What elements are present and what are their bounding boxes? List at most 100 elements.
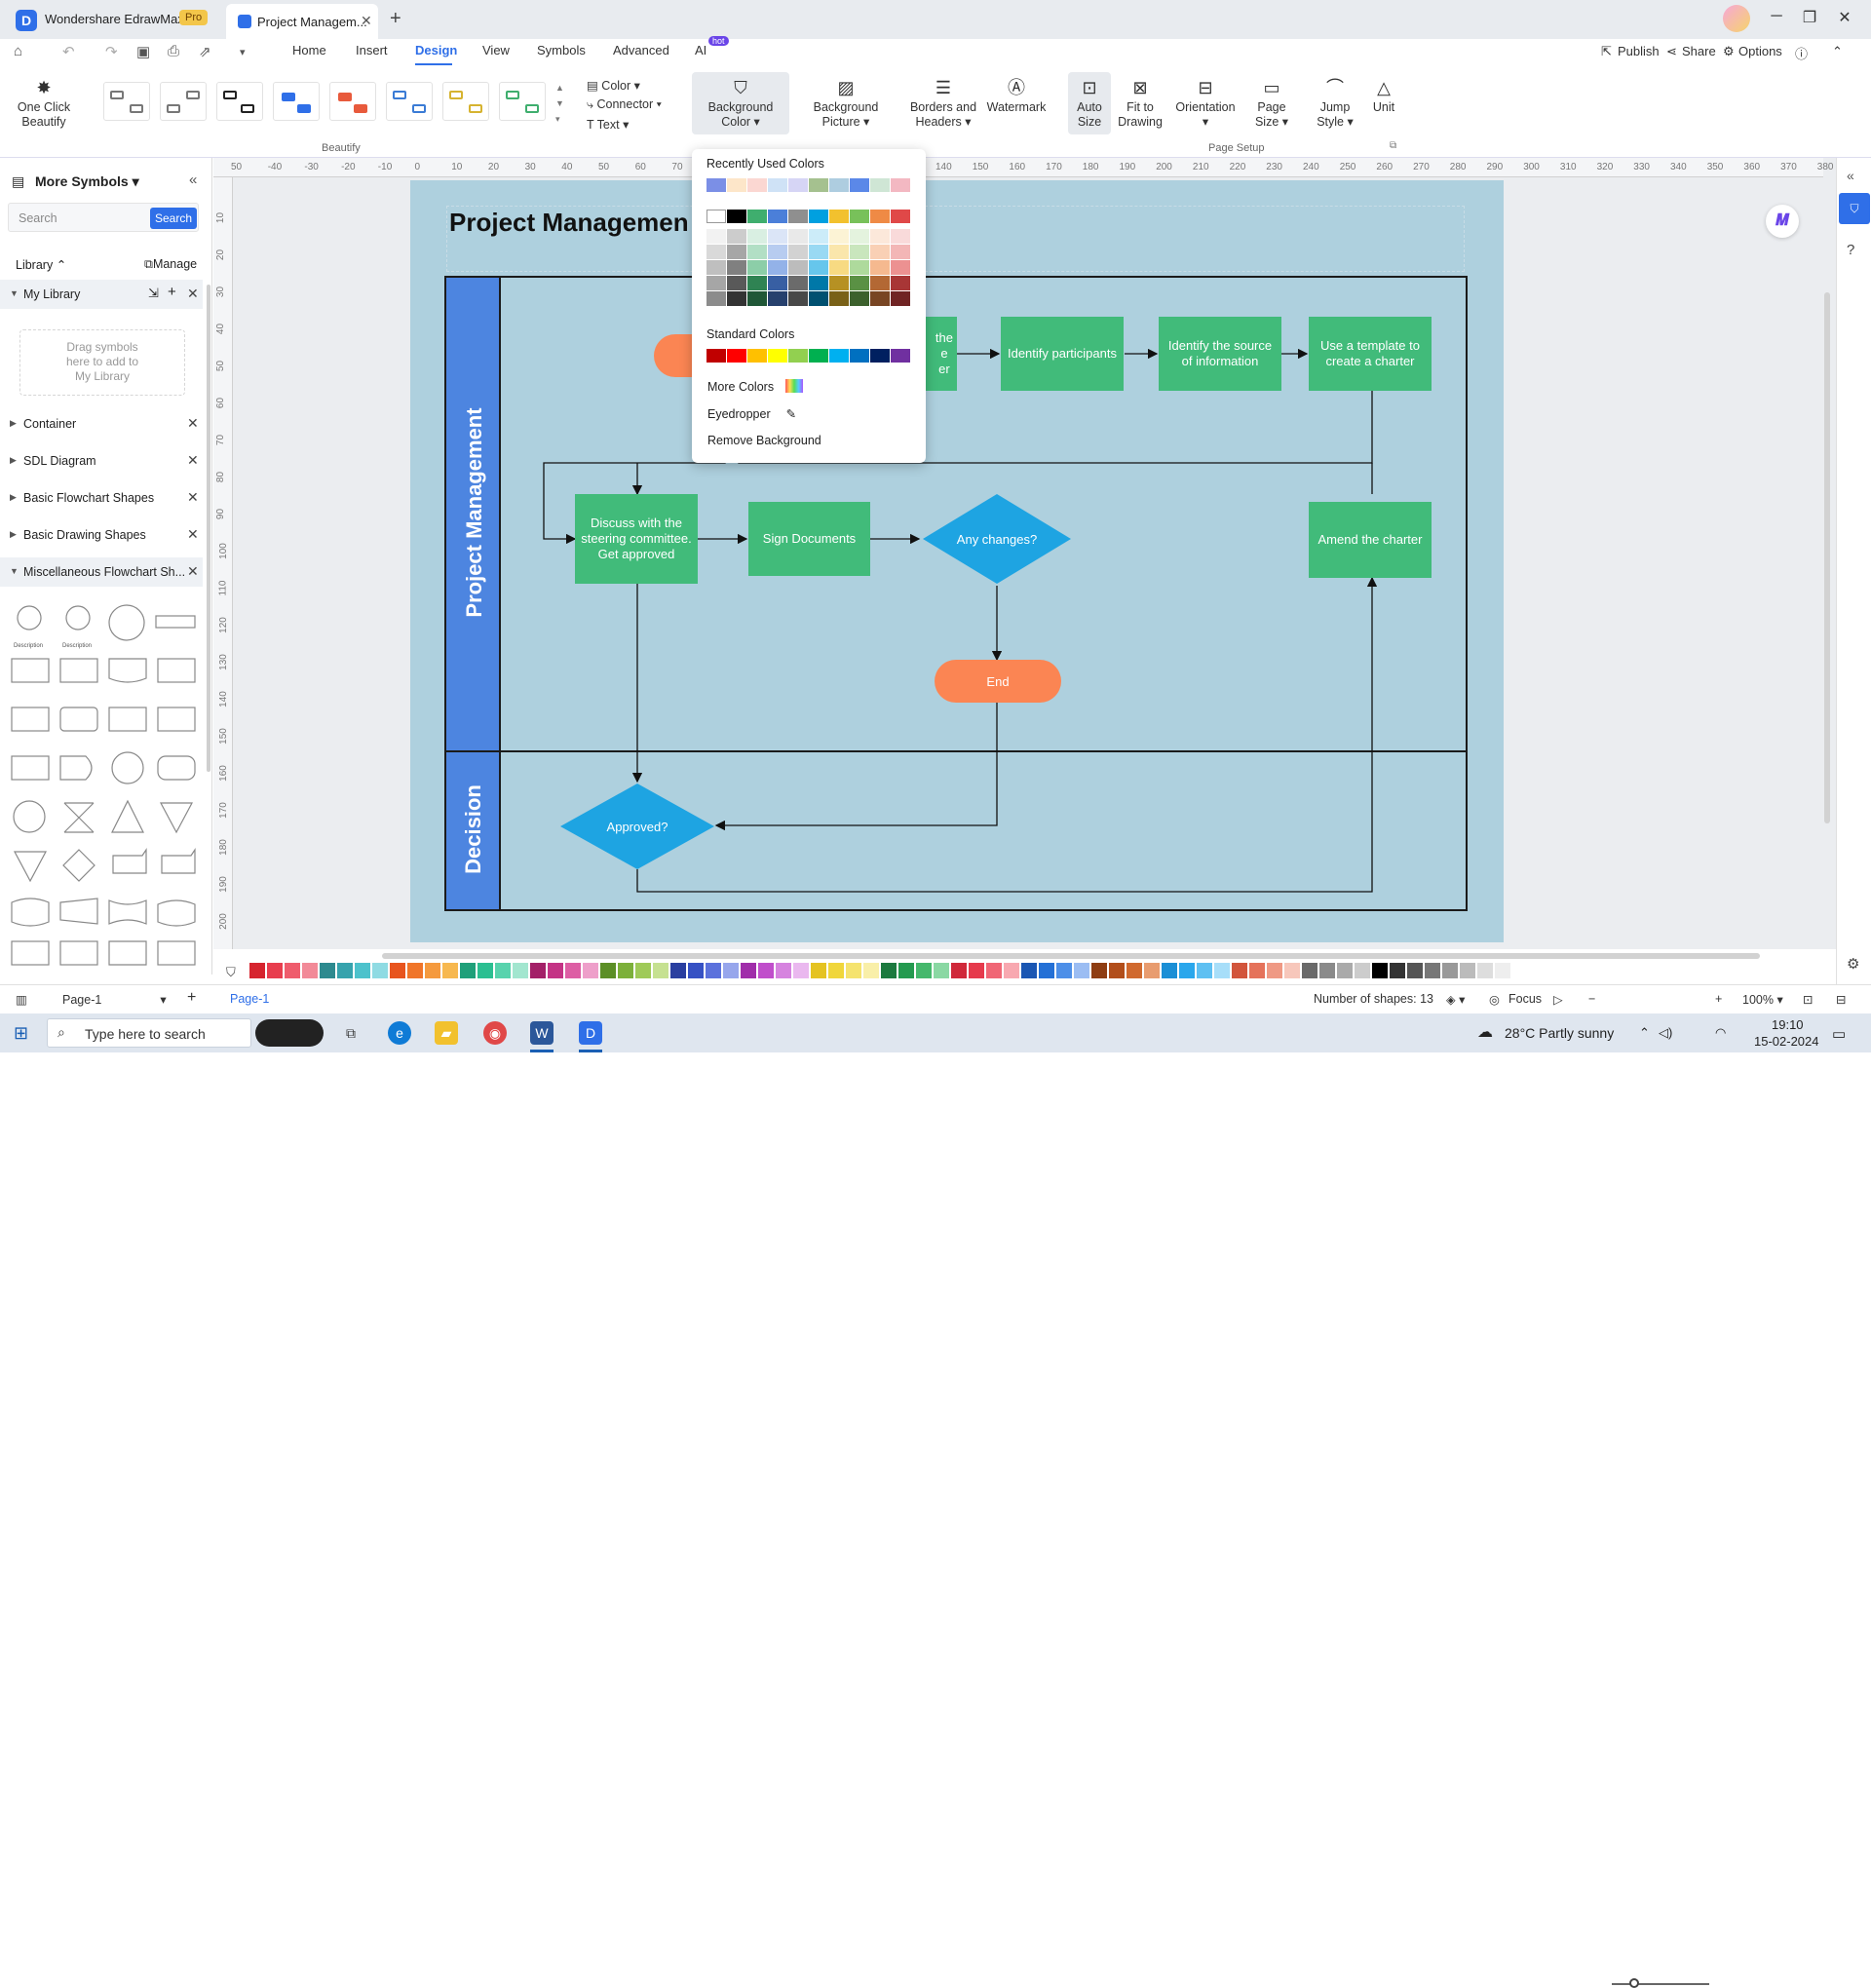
palette-color-swatch[interactable] [635, 963, 651, 978]
watermark-button[interactable]: Ⓐ Watermark [984, 78, 1049, 115]
palette-color-swatch[interactable] [758, 963, 774, 978]
palette-color-swatch[interactable] [1355, 963, 1370, 978]
weather-text[interactable]: 28°C Partly sunny [1505, 1025, 1614, 1041]
standard-color-swatch[interactable] [850, 349, 869, 363]
borders-headers-button[interactable]: ☰ Borders and Headers ▾ [895, 78, 992, 130]
theme-shade-swatch[interactable] [870, 291, 890, 306]
jump-style-button[interactable]: ⌒ Jump Style ▾ [1312, 78, 1358, 130]
standard-color-swatch[interactable] [829, 349, 849, 363]
menu-ai[interactable]: AI [695, 43, 706, 57]
theme-color-swatch[interactable] [788, 210, 808, 223]
focus-button[interactable]: Focus [1508, 992, 1542, 1006]
standard-color-swatch[interactable] [809, 349, 828, 363]
theme-shade-swatch[interactable] [768, 245, 787, 259]
theme-shade-swatch[interactable] [727, 245, 746, 259]
theme-shade-swatch[interactable] [706, 291, 726, 306]
fit-page-icon[interactable]: ⊡ [1803, 992, 1813, 1007]
palette-color-swatch[interactable] [600, 963, 616, 978]
page-size-button[interactable]: ▭ Page Size ▾ [1249, 78, 1294, 130]
palette-color-swatch[interactable] [302, 963, 318, 978]
theme-shade-swatch[interactable] [829, 229, 849, 244]
category-misc-flowchart[interactable]: ▼ Miscellaneous Flowchart Sh... ✕ [0, 557, 203, 587]
help-circle-icon[interactable]: ? [1847, 242, 1854, 258]
standard-color-swatch[interactable] [706, 349, 726, 363]
text-dropdown[interactable]: T Text ▾ [587, 117, 629, 132]
close-icon[interactable]: ✕ [187, 452, 199, 469]
menu-home[interactable]: Home [292, 43, 326, 57]
process-amend-charter[interactable]: Amend the charter [1309, 502, 1432, 578]
palette-color-swatch[interactable] [1074, 963, 1089, 978]
recent-color-swatch[interactable] [891, 178, 910, 192]
beautify-theme-1[interactable] [103, 82, 150, 121]
eyedropper-item[interactable]: Eyedropper ✎ [707, 406, 796, 421]
palette-color-swatch[interactable] [706, 963, 721, 978]
process-identify-source[interactable]: Identify the source of information [1159, 317, 1281, 391]
process-identify-participants[interactable]: Identify participants [1001, 317, 1124, 391]
customize-chevron-icon[interactable]: ▾ [240, 46, 246, 58]
add-page-button[interactable]: + [187, 989, 196, 1007]
theme-shade-swatch[interactable] [747, 260, 767, 275]
palette-color-swatch[interactable] [285, 963, 300, 978]
palette-color-swatch[interactable] [460, 963, 476, 978]
document-tab[interactable]: Project Managem... ✕ [226, 4, 378, 39]
theme-shade-swatch[interactable] [727, 260, 746, 275]
process-sign-documents[interactable]: Sign Documents [748, 502, 870, 576]
standard-color-swatch[interactable] [768, 349, 787, 363]
expand-panel-icon[interactable]: « [1847, 168, 1854, 183]
chrome-icon[interactable]: ◉ [483, 1021, 507, 1045]
theme-shade-swatch[interactable] [850, 276, 869, 290]
orientation-button[interactable]: ⊟ Orientation ▾ [1173, 78, 1238, 130]
palette-color-swatch[interactable] [1442, 963, 1458, 978]
close-icon[interactable]: ✕ [187, 526, 199, 543]
standard-color-swatch[interactable] [747, 349, 767, 363]
palette-color-swatch[interactable] [951, 963, 967, 978]
page-list-icon[interactable]: ▥ [16, 992, 27, 1007]
palette-color-swatch[interactable] [863, 963, 879, 978]
export-icon[interactable]: ⇗ [199, 43, 211, 60]
theme-shade-swatch[interactable] [747, 229, 767, 244]
format-panel-icon[interactable]: ⛉ [1839, 193, 1870, 224]
palette-color-swatch[interactable] [337, 963, 353, 978]
theme-shade-swatch[interactable] [788, 229, 808, 244]
vertical-scrollbar[interactable] [1824, 292, 1830, 823]
theme-color-swatch[interactable] [829, 210, 849, 223]
close-icon[interactable]: ✕ [187, 489, 199, 506]
palette-color-swatch[interactable] [723, 963, 739, 978]
minimize-button[interactable]: ─ [1762, 8, 1791, 25]
theme-shade-swatch[interactable] [809, 245, 828, 259]
theme-shade-swatch[interactable] [727, 229, 746, 244]
palette-color-swatch[interactable] [670, 963, 686, 978]
theme-color-swatch[interactable] [747, 210, 767, 223]
auto-size-button[interactable]: ⊡ Auto Size [1068, 78, 1111, 130]
notification-icon[interactable]: ▭ [1832, 1025, 1846, 1043]
menu-view[interactable]: View [482, 43, 510, 57]
theme-shade-swatch[interactable] [747, 245, 767, 259]
publish-button[interactable]: Publish [1618, 44, 1660, 58]
theme-shade-swatch[interactable] [809, 260, 828, 275]
category-basic-drawing[interactable]: ▶ Basic Drawing Shapes ✕ [0, 520, 203, 550]
theme-shade-swatch[interactable] [891, 229, 910, 244]
page-selector[interactable]: Page-1 ▾ [62, 992, 167, 1007]
process-discuss-committee[interactable]: Discuss with the steering committee. Get… [575, 494, 698, 584]
palette-color-swatch[interactable] [1144, 963, 1160, 978]
copilot-icon[interactable] [255, 1019, 324, 1047]
palette-color-swatch[interactable] [355, 963, 370, 978]
theme-scroll-icon[interactable]: ▲ ▼ ▾ [555, 80, 564, 127]
palette-color-swatch[interactable] [1477, 963, 1493, 978]
category-sdl[interactable]: ▶ SDL Diagram ✕ [0, 446, 203, 476]
tray-chevron-icon[interactable]: ⌃ [1639, 1025, 1650, 1041]
file-explorer-icon[interactable]: ▰ [435, 1021, 458, 1045]
network-icon[interactable]: ◁) [1659, 1025, 1672, 1041]
theme-shade-swatch[interactable] [788, 291, 808, 306]
palette-color-swatch[interactable] [1249, 963, 1265, 978]
undo-icon[interactable]: ↶ [62, 43, 75, 60]
palette-color-swatch[interactable] [846, 963, 861, 978]
close-tab-icon[interactable]: ✕ [361, 13, 372, 29]
theme-color-swatch[interactable] [727, 210, 746, 223]
theme-color-swatch[interactable] [809, 210, 828, 223]
save-icon[interactable]: ▣ [136, 43, 150, 60]
theme-shade-swatch[interactable] [891, 245, 910, 259]
unit-button[interactable]: △ Unit [1368, 78, 1399, 115]
standard-color-swatch[interactable] [788, 349, 808, 363]
theme-shade-swatch[interactable] [809, 229, 828, 244]
